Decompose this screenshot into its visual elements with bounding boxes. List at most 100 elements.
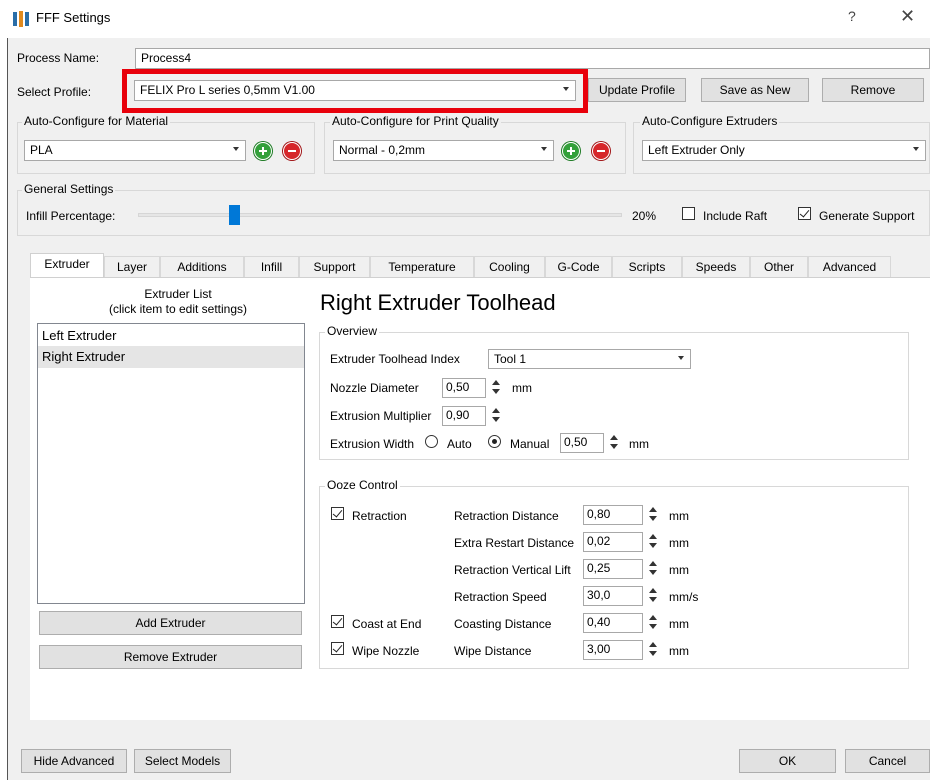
quality-dropdown-value: Normal - 0,2mm	[339, 143, 426, 157]
remove-quality-icon[interactable]	[592, 142, 610, 160]
app-icon	[12, 10, 30, 28]
list-item[interactable]: Right Extruder	[38, 346, 304, 368]
extrusion-width-manual-radio[interactable]	[488, 435, 501, 448]
infill-percentage-label: Infill Percentage:	[26, 209, 116, 223]
tab-advanced[interactable]: Advanced	[808, 256, 891, 278]
extrusion-width-unit: mm	[629, 437, 649, 451]
retraction-speed-spin-icon[interactable]	[646, 586, 660, 605]
tab-infill[interactable]: Infill	[244, 256, 299, 278]
retraction-speed-unit: mm/s	[669, 590, 699, 604]
quality-group-title: Auto-Configure for Print Quality	[330, 114, 501, 128]
select-profile-label: Select Profile:	[17, 85, 92, 99]
coasting-distance-input[interactable]: 0,40	[583, 613, 643, 633]
retraction-vertical-lift-spin-icon[interactable]	[646, 559, 660, 578]
extruder-list-subtitle: (click item to edit settings)	[108, 302, 248, 316]
close-icon[interactable]: ✕	[900, 6, 915, 27]
extruders-dropdown[interactable]: Left Extruder Only	[642, 140, 926, 161]
include-raft-label: Include Raft	[703, 209, 768, 223]
process-name-input[interactable]: Process4	[135, 48, 930, 69]
retraction-label: Retraction	[352, 509, 407, 523]
tab-support[interactable]: Support	[299, 256, 370, 278]
extrusion-width-input[interactable]: 0,50	[560, 433, 604, 453]
wipe-distance-unit: mm	[669, 644, 689, 658]
general-settings-title: General Settings	[22, 182, 116, 196]
retraction-vertical-lift-input[interactable]: 0,25	[583, 559, 643, 579]
ok-button[interactable]: OK	[739, 749, 836, 773]
retraction-distance-unit: mm	[669, 509, 689, 523]
wipe-nozzle-label: Wipe Nozzle	[352, 644, 420, 658]
remove-extruder-button[interactable]: Remove Extruder	[39, 645, 302, 669]
tab-g-code[interactable]: G-Code	[545, 256, 612, 278]
infill-slider-thumb[interactable]	[229, 205, 240, 225]
nozzle-diameter-spin-icon[interactable]	[489, 378, 503, 397]
tab-scripts[interactable]: Scripts	[612, 256, 682, 278]
add-quality-icon[interactable]	[562, 142, 580, 160]
retraction-vertical-lift-label: Retraction Vertical Lift	[454, 563, 571, 577]
tab-other[interactable]: Other	[750, 256, 808, 278]
chevron-down-icon	[563, 87, 569, 91]
list-item[interactable]: Left Extruder	[38, 325, 304, 347]
extra-restart-distance-unit: mm	[669, 536, 689, 550]
material-dropdown-value: PLA	[30, 143, 53, 157]
profile-dropdown[interactable]: FELIX Pro L series 0,5mm V1.00	[134, 80, 576, 101]
retraction-speed-input[interactable]: 30,0	[583, 586, 643, 606]
toolhead-index-dropdown[interactable]: Tool 1	[488, 349, 691, 369]
tab-extruder[interactable]: Extruder	[30, 253, 104, 278]
retraction-checkbox[interactable]	[331, 507, 344, 520]
extrusion-multiplier-spin-icon[interactable]	[489, 406, 503, 425]
nozzle-diameter-input[interactable]: 0,50	[442, 378, 486, 398]
material-dropdown[interactable]: PLA	[24, 140, 246, 161]
extra-restart-distance-label: Extra Restart Distance	[454, 536, 575, 550]
tab-layer[interactable]: Layer	[104, 256, 160, 278]
select-models-button[interactable]: Select Models	[134, 749, 231, 773]
quality-dropdown[interactable]: Normal - 0,2mm	[333, 140, 554, 161]
extrusion-width-spin-icon[interactable]	[607, 433, 621, 452]
tab-additions[interactable]: Additions	[160, 256, 244, 278]
coasting-distance-unit: mm	[669, 617, 689, 631]
retraction-distance-spin-icon[interactable]	[646, 505, 660, 524]
include-raft-checkbox[interactable]	[682, 207, 695, 220]
ooze-control-title: Ooze Control	[325, 478, 400, 492]
tab-cooling[interactable]: Cooling	[474, 256, 545, 278]
extrusion-width-auto-radio[interactable]	[425, 435, 438, 448]
retraction-distance-input[interactable]: 0,80	[583, 505, 643, 525]
tab-speeds[interactable]: Speeds	[682, 256, 750, 278]
extrusion-width-label: Extrusion Width	[330, 437, 415, 451]
retraction-vertical-lift-unit: mm	[669, 563, 689, 577]
infill-slider-track[interactable]	[138, 213, 622, 217]
window-title: FFF Settings	[36, 10, 111, 25]
chevron-down-icon	[913, 147, 919, 151]
update-profile-button[interactable]: Update Profile	[588, 78, 686, 102]
cancel-button[interactable]: Cancel	[845, 749, 930, 773]
toolhead-heading: Right Extruder Toolhead	[320, 290, 556, 315]
extra-restart-distance-spin-icon[interactable]	[646, 532, 660, 551]
wipe-distance-input[interactable]: 3,00	[583, 640, 643, 660]
coasting-distance-spin-icon[interactable]	[646, 613, 660, 632]
material-group-title: Auto-Configure for Material	[22, 114, 171, 128]
add-extruder-button[interactable]: Add Extruder	[39, 611, 302, 635]
chevron-down-icon	[678, 356, 684, 360]
coast-at-end-checkbox[interactable]	[331, 615, 344, 628]
wipe-nozzle-checkbox[interactable]	[331, 642, 344, 655]
remove-material-icon[interactable]	[283, 142, 301, 160]
generate-support-label: Generate Support	[819, 209, 915, 223]
toolhead-index-label: Extruder Toolhead Index	[330, 352, 460, 366]
tab-temperature[interactable]: Temperature	[370, 256, 474, 278]
toolhead-index-value: Tool 1	[494, 352, 527, 366]
coasting-distance-label: Coasting Distance	[454, 617, 552, 631]
infill-value: 20%	[632, 209, 657, 223]
generate-support-checkbox[interactable]	[798, 207, 811, 220]
hide-advanced-button[interactable]: Hide Advanced	[21, 749, 127, 773]
extrusion-multiplier-input[interactable]: 0,90	[442, 406, 486, 426]
retraction-speed-label: Retraction Speed	[454, 590, 547, 604]
extruders-group-title: Auto-Configure Extruders	[640, 114, 780, 128]
wipe-distance-label: Wipe Distance	[454, 644, 532, 658]
add-material-icon[interactable]	[254, 142, 272, 160]
chevron-down-icon	[233, 147, 239, 151]
overview-group-title: Overview	[325, 324, 380, 338]
help-button[interactable]: ?	[848, 8, 856, 24]
extra-restart-distance-input[interactable]: 0,02	[583, 532, 643, 552]
save-as-new-button[interactable]: Save as New	[701, 78, 809, 102]
wipe-distance-spin-icon[interactable]	[646, 640, 660, 659]
remove-profile-button[interactable]: Remove	[822, 78, 924, 102]
